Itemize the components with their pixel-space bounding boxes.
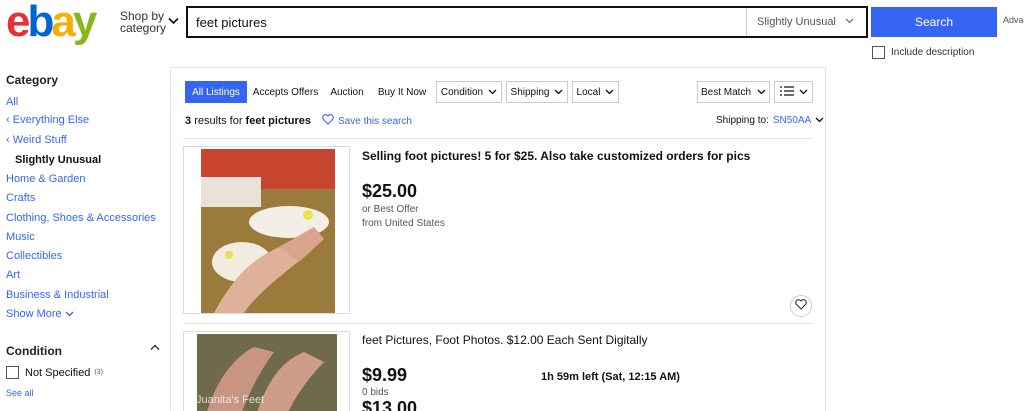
results-for-text: results for (194, 115, 243, 127)
category-link-weird-stuff[interactable]: ‹ Weird Stuff (6, 134, 67, 146)
chevron-down-icon (65, 308, 74, 320)
search-category-select[interactable]: Slightly Unusual (746, 8, 866, 36)
sort-label: Best Match (700, 86, 752, 98)
listing-1-title[interactable]: Selling foot pictures! 5 for $25. Also t… (362, 149, 750, 163)
listing-2-price: $9.99 (362, 365, 408, 385)
listing-1-offer: or Best Offer (362, 204, 419, 215)
list-view-icon (779, 85, 794, 99)
search-input[interactable] (188, 8, 746, 36)
condition-filter-label: Condition (440, 86, 484, 98)
listing-2-image[interactable]: Juanita's Feet (183, 331, 350, 411)
category-link-label: Weird Stuff (12, 134, 67, 146)
foot-photo-1 (184, 147, 349, 313)
checkbox-icon (872, 46, 885, 59)
local-filter-label: Local (576, 86, 601, 98)
condition-option-label: Not Specified (25, 366, 91, 379)
show-more-link[interactable]: Show More (6, 308, 74, 320)
chevron-left-icon: ‹ (6, 134, 13, 146)
category-link[interactable]: Clothing, Shoes & Accessories (6, 212, 156, 224)
tab-accepts-offers[interactable]: Accepts Offers (248, 81, 323, 103)
condition-option-not-specified[interactable]: Not Specified (3) (6, 366, 103, 379)
listing-1-image[interactable] (183, 146, 350, 314)
tab-auction[interactable]: Auction (325, 81, 369, 103)
listing-2-time-left: 1h 59m left (Sat, 12:15 AM) (541, 371, 680, 383)
search-button[interactable]: Search (871, 7, 997, 37)
category-link[interactable]: Collectibles (6, 250, 62, 262)
include-description-checkbox[interactable]: Include description (872, 46, 974, 59)
save-search-link[interactable]: Save this search (322, 114, 412, 128)
heart-icon (322, 114, 334, 128)
listing-2-price-2: $13.00 (362, 398, 418, 411)
chevron-down-icon (554, 87, 563, 98)
listing-2-title[interactable]: feet Pictures, Foot Photos. $12.00 Each … (362, 333, 648, 347)
see-all-link[interactable]: See all (6, 388, 34, 398)
heart-icon (795, 297, 807, 315)
logo-letter-e: e (6, 0, 31, 46)
include-description-label: Include description (891, 47, 975, 58)
checkbox-icon (6, 366, 19, 379)
chevron-down-icon (168, 16, 179, 28)
ebay-logo[interactable]: ebay (6, 0, 98, 46)
logo-letter-b: b (27, 0, 54, 46)
results-count: 3 results for feet pictures (185, 115, 311, 127)
search-category-value: Slightly Unusual (757, 16, 836, 28)
shipping-zip: SN50AA (772, 115, 812, 126)
save-search-label: Save this search (338, 115, 412, 127)
chevron-down-icon (605, 87, 614, 98)
category-link-all[interactable]: All (6, 96, 18, 108)
shipping-filter-dropdown[interactable]: Shipping (506, 81, 568, 103)
show-more-label: Show More (6, 308, 62, 320)
category-link[interactable]: Home & Garden (6, 173, 85, 185)
divider (183, 323, 813, 324)
condition-option-count: (3) (94, 369, 103, 376)
chevron-left-icon: ‹ (6, 114, 13, 126)
listing-2-bids: 0 bids (362, 387, 389, 398)
chevron-up-icon[interactable] (150, 342, 160, 354)
category-link[interactable]: Crafts (6, 192, 35, 204)
shipping-to-selector[interactable]: Shipping to: SN50AA (716, 115, 824, 126)
category-link[interactable]: Music (6, 231, 35, 243)
category-current: Slightly Unusual (15, 154, 102, 166)
local-filter-dropdown[interactable]: Local (572, 81, 619, 103)
listing-1-price: $25.00 (362, 181, 418, 201)
logo-letter-y: y (72, 0, 98, 46)
logo-letter-a: a (51, 0, 76, 46)
category-link-label: Everything Else (12, 114, 90, 126)
category-heading: Category (6, 73, 59, 87)
search-bar: Slightly Unusual (186, 6, 868, 38)
condition-filter-dropdown[interactable]: Condition (436, 81, 502, 103)
results-query: feet pictures (245, 115, 311, 127)
watch-heart-button[interactable] (790, 295, 812, 317)
chevron-down-icon (815, 115, 824, 126)
category-link[interactable]: Art (6, 269, 20, 281)
listing-1-location: from United States (362, 218, 445, 229)
category-link-everything-else[interactable]: ‹ Everything Else (6, 114, 89, 126)
shop-by-category-button[interactable]: Shop by category (120, 10, 180, 34)
shipping-filter-label: Shipping (510, 86, 550, 98)
advanced-search-link[interactable]: Advanced (1003, 15, 1024, 25)
sort-dropdown[interactable]: Best Match (697, 81, 770, 103)
chevron-down-icon (757, 87, 766, 98)
chevron-down-icon (845, 16, 854, 27)
chevron-down-icon (799, 87, 808, 98)
tab-all-listings[interactable]: All Listings (185, 81, 247, 103)
results-number: 3 (185, 115, 192, 127)
chevron-down-icon (488, 87, 497, 98)
tab-buy-it-now[interactable]: Buy It Now (373, 81, 431, 103)
category-link[interactable]: Business & Industrial (6, 289, 109, 301)
shipping-to-label: Shipping to: (716, 115, 769, 126)
shop-by-category-label: Shop by category (120, 9, 167, 35)
view-toggle-button[interactable] (774, 81, 813, 103)
condition-heading: Condition (6, 344, 62, 358)
divider (183, 138, 813, 139)
watermark-text: Juanita's Feet (196, 394, 265, 406)
